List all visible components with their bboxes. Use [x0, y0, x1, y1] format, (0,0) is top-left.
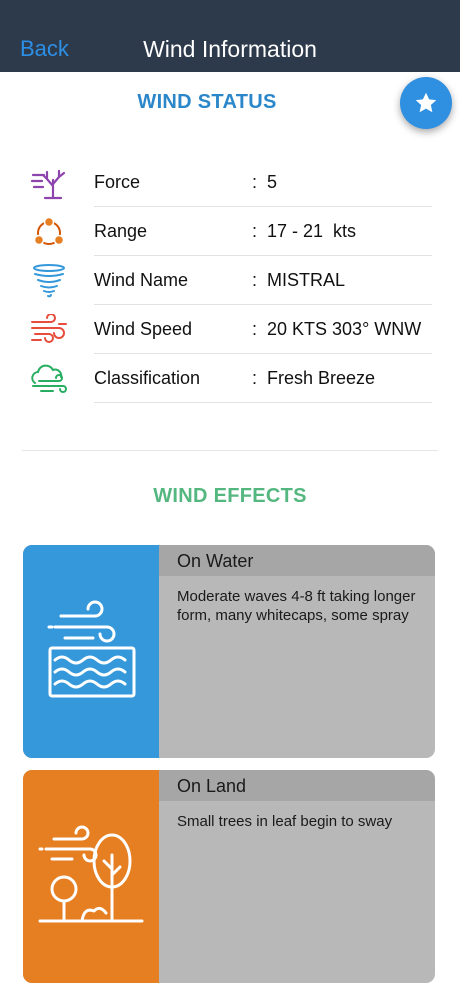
effect-card-text: Moderate waves 4-8 ft taking longer form…: [177, 588, 416, 624]
status-colon: :: [252, 270, 258, 290]
row-divider: [94, 402, 432, 403]
favorite-button[interactable]: [400, 77, 452, 129]
section-divider: [22, 450, 438, 451]
status-colon: :: [252, 319, 258, 339]
status-colon: :: [252, 221, 258, 241]
status-row-force: Force : 5: [0, 158, 460, 207]
effect-card-land: On Land Small trees in leaf begin to swa…: [23, 770, 435, 983]
status-value-force: 5: [267, 172, 278, 192]
effect-card-water: On Water Moderate waves 4-8 ft taking lo…: [23, 545, 435, 758]
wind-status-heading: WIND STATUS: [137, 91, 277, 113]
status-row-wind-name: Wind Name : MISTRAL: [0, 256, 460, 305]
status-row-range: Range : 17 - 21 kts: [0, 207, 460, 256]
status-value-classification: Fresh Breeze: [267, 368, 376, 388]
status-label-range: Range: [94, 221, 148, 241]
waves-wind-icon: [23, 545, 159, 758]
tree-wind-icon: [29, 166, 69, 200]
tornado-icon: [29, 264, 69, 298]
wind-effects-heading: WIND EFFECTS: [153, 485, 307, 507]
cloud-wind-icon: [29, 362, 69, 396]
star-icon: [415, 92, 437, 113]
status-colon: :: [252, 368, 258, 388]
range-cycle-icon: [29, 215, 69, 249]
effect-card-heading: On Water: [159, 545, 435, 576]
trees-wind-icon: [23, 770, 159, 983]
status-colon: :: [252, 172, 258, 192]
wind-speed-icon: [29, 313, 69, 347]
status-value-range: 17 - 21 kts: [267, 221, 357, 241]
status-value-wind-speed: 20 KTS 303° WNW: [267, 319, 422, 339]
effect-card-text: Small trees in leaf begin to sway: [177, 813, 393, 830]
status-value-wind-name: MISTRAL: [267, 270, 346, 290]
page-title: Wind Information: [143, 36, 317, 62]
status-row-wind-speed: Wind Speed : 20 KTS 303° WNW: [0, 305, 460, 354]
status-label-wind-name: Wind Name: [94, 270, 189, 290]
effect-card-heading: On Land: [159, 770, 435, 801]
status-row-classification: Classification : Fresh Breeze: [0, 354, 460, 403]
status-label-force: Force: [94, 172, 141, 192]
status-label-classification: Classification: [94, 368, 201, 388]
status-label-wind-speed: Wind Speed: [94, 319, 193, 339]
navigation-bar: Back Wind Information: [0, 0, 460, 72]
